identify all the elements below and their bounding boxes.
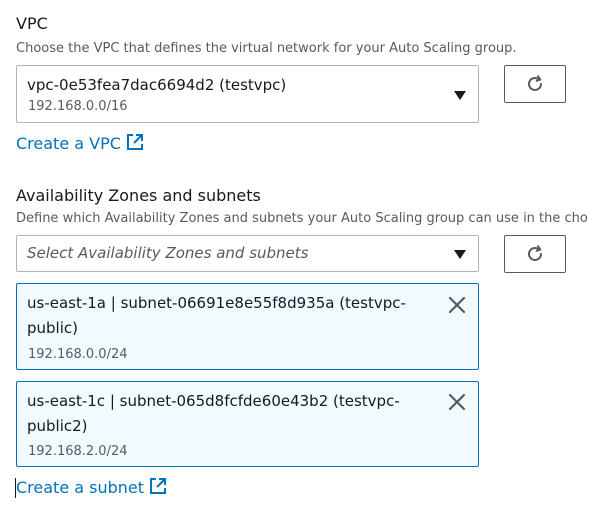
subnets-description: Define which Availability Zones and subn… xyxy=(16,211,588,226)
external-link-icon xyxy=(150,478,167,494)
refresh-icon xyxy=(528,75,542,91)
subnets-refresh-button[interactable] xyxy=(504,235,566,273)
subnet-token-cidr: 192.168.2.0/24 xyxy=(28,444,128,459)
subnets-select[interactable]: Select Availability Zones and subnets xyxy=(16,235,479,272)
create-subnet-link-text: Create a subnet xyxy=(16,478,145,497)
vpc-refresh-button[interactable] xyxy=(504,65,566,103)
subnets-label: Availability Zones and subnets xyxy=(16,186,261,205)
close-icon[interactable] xyxy=(447,392,467,412)
caret-down-icon xyxy=(454,91,466,100)
subnet-token-cidr: 192.168.0.0/24 xyxy=(28,347,128,362)
vpc-description: Choose the VPC that defines the virtual … xyxy=(16,41,517,56)
caret-down-icon xyxy=(454,250,466,259)
subnet-token: us-east-1c | subnet-065d8fcfde60e43b2 (t… xyxy=(16,381,479,467)
refresh-icon xyxy=(528,245,542,261)
vpc-select[interactable]: vpc-0e53fea7dac6694d2 (testvpc) 192.168.… xyxy=(16,65,479,123)
subnet-token: us-east-1a | subnet-06691e8e55f8d935a (t… xyxy=(16,283,479,370)
external-link-icon xyxy=(126,134,143,150)
subnets-select-placeholder: Select Availability Zones and subnets xyxy=(27,244,309,262)
create-subnet-link[interactable]: Create a subnet xyxy=(16,477,167,498)
vpc-select-value: vpc-0e53fea7dac6694d2 (testvpc) xyxy=(27,76,287,94)
close-icon[interactable] xyxy=(447,295,467,315)
subnet-token-name: us-east-1c | subnet-065d8fcfde60e43b2 (t… xyxy=(27,392,400,435)
create-vpc-link-text: Create a VPC xyxy=(16,134,121,153)
vpc-cidr: 192.168.0.0/16 xyxy=(28,99,128,114)
create-vpc-link[interactable]: Create a VPC xyxy=(16,133,144,154)
vpc-label: VPC xyxy=(16,14,48,33)
subnet-token-name: us-east-1a | subnet-06691e8e55f8d935a (t… xyxy=(27,294,406,337)
